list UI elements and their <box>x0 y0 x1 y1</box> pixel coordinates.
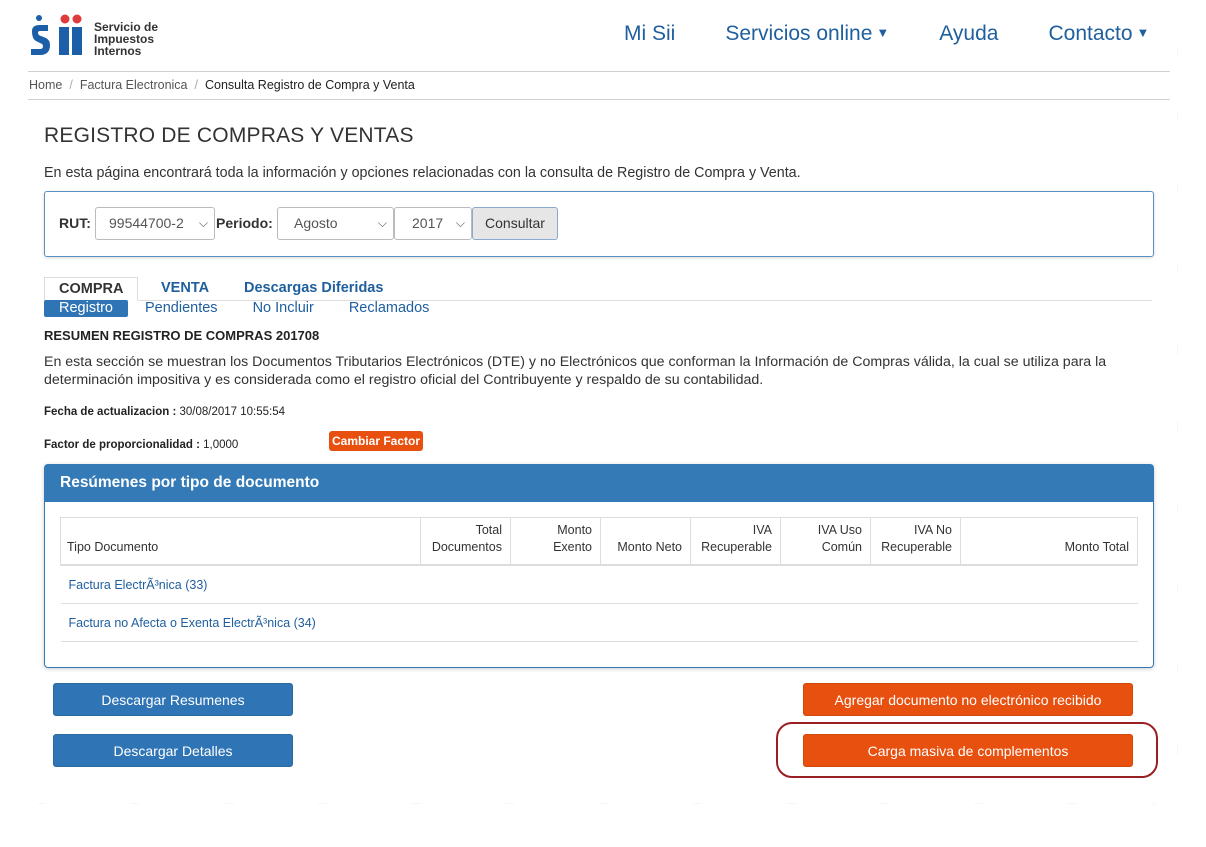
column-header-text: Documentos <box>431 540 502 554</box>
column-header-text: IVA No <box>914 523 952 537</box>
breadcrumb-separator: / <box>194 78 198 92</box>
chevron-down-icon: ⌵ <box>198 216 208 230</box>
tab-descargas-diferidas[interactable]: Descargas Diferidas <box>244 277 383 299</box>
column-header-text: Tipo Documento <box>67 540 159 554</box>
main-nav: Mi Sii Servicios online ▼ Ayuda Contacto ▼ <box>624 22 1149 46</box>
factor-proporcionalidad: Factor de proporcionalidad : 1,0000 <box>44 439 238 451</box>
sub-tabs: Registro Pendientes No Incluir Reclamado… <box>44 300 464 317</box>
month-select[interactable]: Agosto ⌵ <box>277 207 394 240</box>
col-monto-total[interactable]: Monto Total <box>960 517 1138 566</box>
year-select-value: 2017 <box>412 215 444 231</box>
chevron-down-icon: ⌵ <box>377 216 387 230</box>
consultar-button[interactable]: Consultar <box>472 207 558 240</box>
nav-mi-sii-label: Mi Sii <box>624 22 676 45</box>
rut-select[interactable]: 99544700-2 ⌵ <box>95 207 215 240</box>
column-header-text: Común <box>821 540 862 554</box>
descargar-resumenes-button[interactable]: Descargar Resumenes <box>53 683 293 716</box>
page-canvas: Servicio de Impuestos Internos Mi Sii Se… <box>6 4 1178 804</box>
highlight-ring <box>776 722 1158 778</box>
col-total-documentos[interactable]: Total Documentos <box>420 517 511 566</box>
tab-venta[interactable]: VENTA <box>161 277 209 299</box>
fecha-actualizacion: Fecha de actualizacion : 30/08/2017 10:5… <box>44 406 285 418</box>
row-link-factura-exenta[interactable]: Factura no Afecta o Exenta ElectrÃ³nica … <box>60 603 1138 642</box>
tab-compra[interactable]: COMPRA <box>44 277 139 301</box>
resumenes-panel: Resúmenes por tipo de documento Tipo Doc… <box>44 464 1154 668</box>
nav-ayuda[interactable]: Ayuda <box>939 22 998 46</box>
table-cell-text: Factura no Afecta o Exenta ElectrÃ³nica … <box>68 615 316 630</box>
table-cell-text: Factura ElectrÃ³nica (33) <box>68 577 208 592</box>
periodo-label: Periodo: <box>216 215 273 231</box>
cambiar-factor-button[interactable]: Cambiar Factor <box>329 431 423 451</box>
column-header-text: Monto <box>557 523 592 537</box>
agregar-documento-button[interactable]: Agregar documento no electrónico recibid… <box>803 683 1133 716</box>
sii-logo-text: Servicio de Impuestos Internos <box>94 21 158 57</box>
column-header-text: IVA Uso <box>817 523 862 537</box>
column-header-text: Exento <box>553 540 592 554</box>
column-header-text: Monto Total <box>1064 540 1129 554</box>
page-title: REGISTRO DE COMPRAS Y VENTAS <box>44 124 414 147</box>
factor-value: 1,0000 <box>203 439 239 451</box>
chevron-down-icon: ⌵ <box>455 216 465 230</box>
resumen-title: RESUMEN REGISTRO DE COMPRAS 201708 <box>44 328 320 343</box>
sii-logo-mark <box>28 13 86 61</box>
subtab-no-incluir[interactable]: No Incluir <box>253 300 314 317</box>
sii-logo[interactable]: Servicio de Impuestos Internos <box>28 13 158 61</box>
subtab-reclamados[interactable]: Reclamados <box>349 300 430 317</box>
nav-mi-sii[interactable]: Mi Sii <box>624 22 675 46</box>
fecha-label: Fecha de actualizacion : <box>44 406 177 418</box>
column-header-text: Total <box>475 523 502 537</box>
col-iva-no-recuperable[interactable]: IVA No Recuperable <box>870 517 961 566</box>
rut-label: RUT: <box>59 215 91 231</box>
row-link-factura-electronica[interactable]: Factura ElectrÃ³nica (33) <box>60 565 1138 604</box>
nav-servicios-online-label: Servicios online <box>725 22 873 45</box>
fecha-value: 30/08/2017 10:55:54 <box>179 406 286 418</box>
col-monto-neto[interactable]: Monto Neto <box>600 517 691 566</box>
nav-servicios-online[interactable]: Servicios online ▼ <box>725 22 889 46</box>
col-iva-recuperable[interactable]: IVA Recuperable <box>690 517 781 566</box>
nav-contacto-label: Contacto <box>1048 22 1133 45</box>
breadcrumb: Home / Factura Electronica / Consulta Re… <box>29 78 415 92</box>
breadcrumb-current: Consulta Registro de Compra y Venta <box>205 78 415 92</box>
caret-down-icon: ▼ <box>876 25 890 40</box>
descargar-detalles-button[interactable]: Descargar Detalles <box>53 734 293 767</box>
page-intro: En esta página encontrará toda la inform… <box>44 165 801 181</box>
breadcrumb-home[interactable]: Home <box>29 78 62 92</box>
breadcrumb-factura-electronica[interactable]: Factura Electronica <box>80 78 188 92</box>
rut-select-value: 99544700-2 <box>109 215 184 231</box>
nav-ayuda-label: Ayuda <box>939 22 999 45</box>
subtab-registro[interactable]: Registro <box>44 300 128 317</box>
subtab-pendientes[interactable]: Pendientes <box>145 300 218 317</box>
main-tabs: COMPRA VENTA Descargas Diferidas <box>44 277 1152 301</box>
panel-title: Resúmenes por tipo de documento <box>45 465 1153 502</box>
column-header-text: Recuperable <box>881 540 952 554</box>
factor-label: Factor de proporcionalidad : <box>44 439 200 451</box>
col-iva-uso-comun[interactable]: IVA Uso Común <box>780 517 871 566</box>
table-row: Factura ElectrÃ³nica (33) <box>60 565 1138 604</box>
column-header-text: Recuperable <box>701 540 772 554</box>
year-select[interactable]: 2017 ⌵ <box>394 207 472 240</box>
nav-contacto[interactable]: Contacto ▼ <box>1048 22 1149 46</box>
header-divider <box>28 71 1170 72</box>
column-header-text: Monto Neto <box>617 540 682 554</box>
caret-down-icon: ▼ <box>1136 25 1150 40</box>
column-header-text: IVA <box>752 523 772 537</box>
table-header-row: Tipo Documento Total Documentos Monto Exen… <box>60 517 1138 566</box>
breadcrumb-divider <box>28 99 1170 100</box>
col-monto-exento[interactable]: Monto Exento <box>510 517 601 566</box>
table-row: Factura no Afecta o Exenta ElectrÃ³nica … <box>60 603 1138 642</box>
breadcrumb-separator: / <box>69 78 73 92</box>
filter-form: RUT: 99544700-2 ⌵ Periodo: Agosto ⌵ 2017… <box>44 191 1154 257</box>
logo-text-line-3: Internos <box>94 44 142 58</box>
resumen-description: En esta sección se muestran los Document… <box>44 354 1107 388</box>
resumenes-table: Tipo Documento Total Documentos Monto Exen… <box>60 517 1138 642</box>
col-tipo-documento[interactable]: Tipo Documento <box>60 517 421 566</box>
month-select-value: Agosto <box>294 215 338 231</box>
